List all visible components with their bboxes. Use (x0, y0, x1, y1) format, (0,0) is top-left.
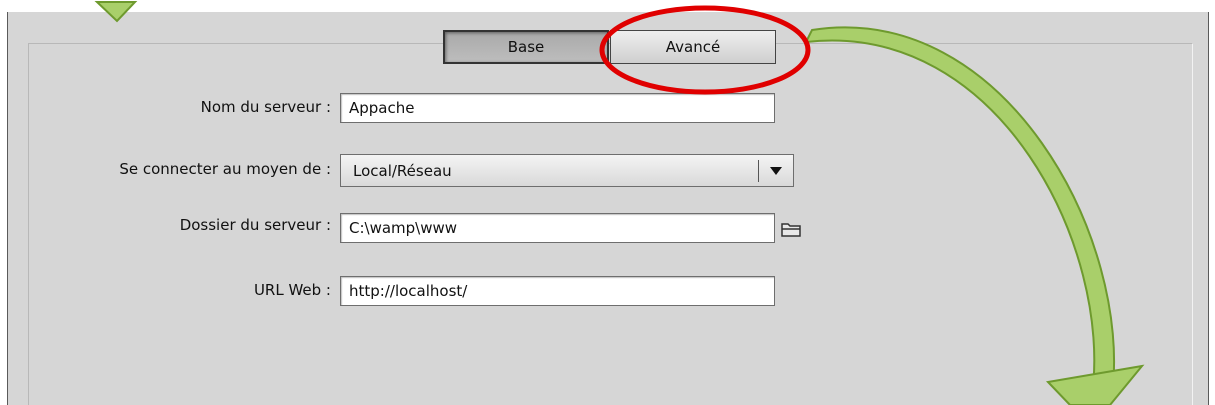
tab-base[interactable]: Base (443, 30, 609, 64)
connect-via-label: Se connecter au moyen de : (119, 160, 331, 178)
server-name-input[interactable] (340, 93, 775, 123)
server-folder-label: Dossier du serveur : (179, 216, 331, 234)
connect-via-value: Local/Réseau (353, 161, 452, 180)
web-url-input[interactable] (340, 276, 775, 306)
triangle-down-icon[interactable] (759, 166, 793, 175)
tab-advanced-label: Avancé (665, 38, 721, 56)
screenshot-canvas: Base Avancé Nom du serveur : Se connecte… (0, 0, 1215, 405)
connect-via-select[interactable]: Local/Réseau (340, 154, 794, 187)
tab-advanced[interactable]: Avancé (610, 30, 776, 64)
web-url-label: URL Web : (253, 281, 331, 299)
server-folder-input[interactable] (340, 213, 775, 243)
tab-base-label: Base (507, 38, 545, 56)
folder-icon[interactable] (780, 219, 802, 239)
server-name-label: Nom du serveur : (200, 98, 331, 116)
